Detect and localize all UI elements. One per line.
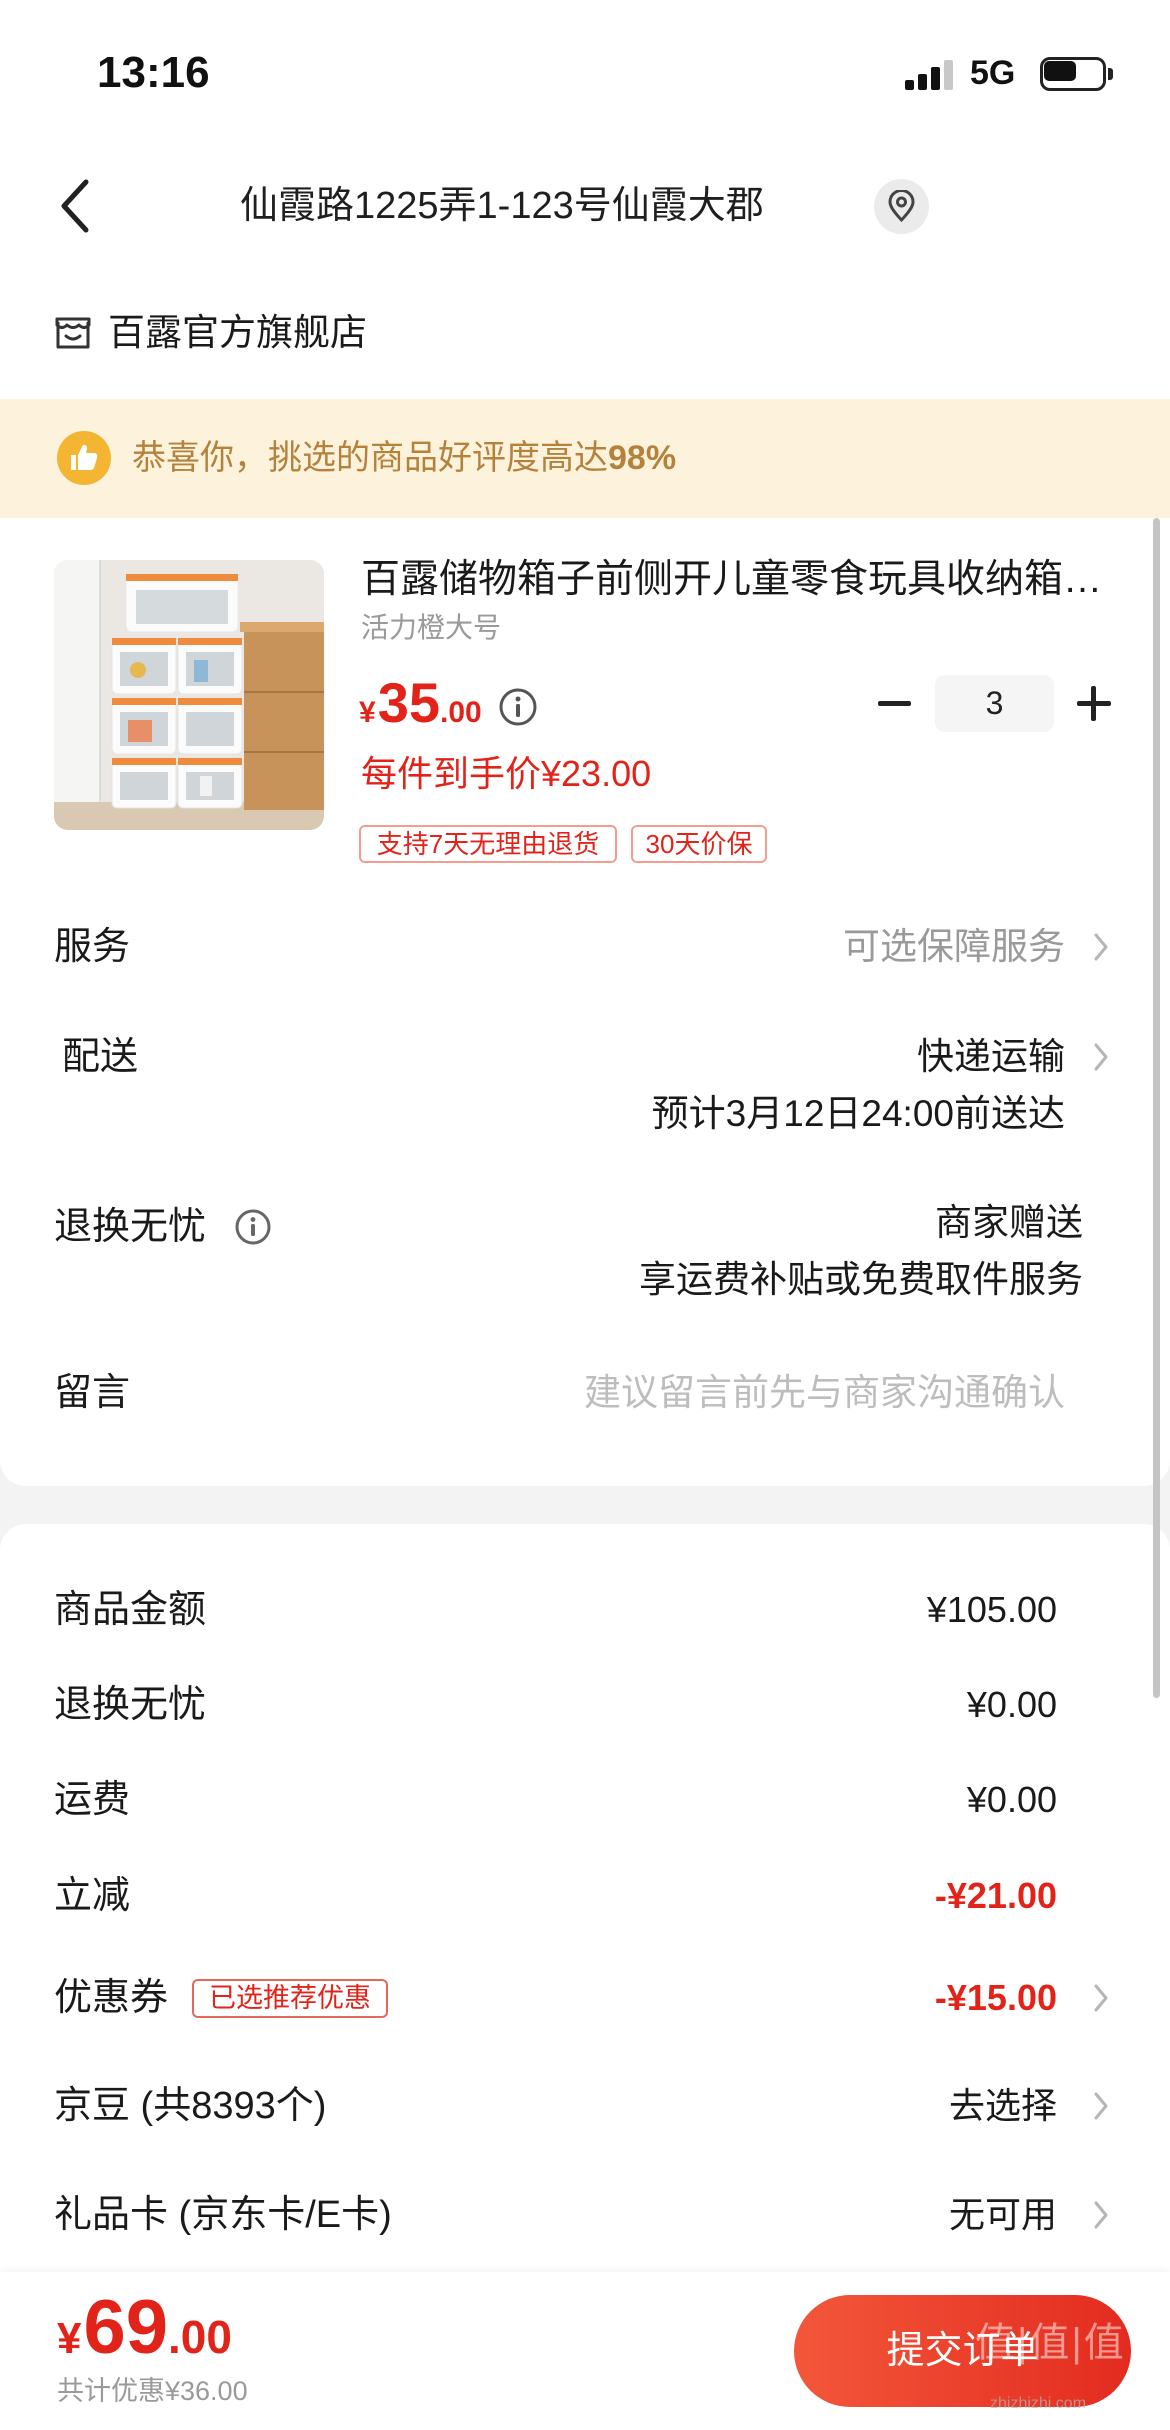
jd-beans-select[interactable]: 去选择	[949, 2081, 1057, 2131]
chevron-left-icon	[61, 179, 89, 233]
summary-value-returns: ¥0.00	[966, 1684, 1057, 1725]
summary-value-discount: -¥21.00	[934, 1875, 1057, 1916]
total-savings: 共计优惠¥36.00	[57, 2376, 248, 2406]
order-total: ¥69.00	[57, 2284, 232, 2374]
unit-price-label: 每件到手价¥23.00	[361, 753, 652, 794]
price-currency: ¥	[359, 696, 376, 729]
summary-label-coupon[interactable]: 优惠券	[54, 1973, 168, 2023]
quantity-decrease-button[interactable]	[872, 684, 918, 724]
chevron-right-icon[interactable]	[1093, 932, 1109, 962]
total-currency: ¥	[57, 2314, 82, 2363]
info-icon[interactable]	[234, 1208, 272, 1246]
returns-row-label: 退换无忧	[54, 1206, 207, 1248]
chevron-right-icon[interactable]	[1093, 2091, 1109, 2121]
watermark-site: zhizhizhi.com	[990, 2395, 1087, 2412]
thumbs-up-icon	[71, 444, 98, 470]
chevron-right-icon[interactable]	[1093, 2200, 1109, 2230]
return-policy-tag: 支持7天无理由退货	[359, 825, 617, 863]
service-row-value[interactable]: 可选保障服务	[843, 922, 1065, 972]
watermark-logo: 值|值|值	[975, 2321, 1126, 2365]
returns-detail: 享运费补贴或免费取件服务	[639, 1259, 1083, 1300]
summary-label-shipping: 运费	[54, 1779, 131, 1821]
battery-icon	[1040, 57, 1116, 91]
price-integer: 35	[377, 671, 440, 734]
summary-value-shipping: ¥0.00	[966, 1779, 1057, 1820]
price-protection-tag: 30天价保	[631, 825, 767, 863]
total-integer: 69	[83, 2285, 169, 2370]
summary-label-gift-card[interactable]: 礼品卡 (京东卡/E卡)	[54, 2190, 392, 2240]
store-name[interactable]: 百露官方旗舰店	[108, 308, 367, 358]
signal-icon	[905, 58, 955, 90]
scrollbar[interactable]	[1153, 518, 1160, 1698]
chevron-right-icon[interactable]	[1093, 1042, 1109, 1072]
status-time: 13:16	[97, 48, 210, 97]
product-image[interactable]	[54, 560, 324, 830]
quantity-input[interactable]	[935, 675, 1054, 732]
network-label: 5G	[970, 54, 1016, 92]
summary-value-coupon[interactable]: -¥15.00	[935, 1973, 1057, 2023]
summary-value-goods: ¥105.00	[926, 1589, 1057, 1630]
price-decimal: .00	[439, 696, 482, 729]
back-button[interactable]	[54, 176, 102, 236]
coupon-tag: 已选推荐优惠	[192, 1979, 388, 2018]
summary-label-discount: 立减	[54, 1875, 131, 1917]
location-pin-icon	[888, 190, 915, 223]
returns-value: 商家赠送	[935, 1202, 1083, 1243]
delivery-address[interactable]: 仙霞路1225弄1-123号仙霞大郡	[240, 181, 764, 231]
banner-rating: 98%	[608, 439, 677, 477]
location-button[interactable]	[874, 179, 929, 234]
product-variant: 活力橙大号	[361, 612, 502, 643]
gift-card-status[interactable]: 无可用	[949, 2190, 1057, 2240]
info-icon[interactable]	[498, 687, 538, 727]
summary-label-goods: 商品金额	[54, 1589, 207, 1631]
thumb-badge	[57, 431, 111, 485]
store-icon	[55, 317, 91, 349]
order-confirmation-page: 13:16 5G 仙霞路1225弄1-123号仙霞大郡 百露官方旗舰店 恭喜你，…	[0, 0, 1170, 2430]
summary-label-jd-beans[interactable]: 京豆 (共8393个)	[54, 2081, 326, 2131]
quantity-increase-button[interactable]	[1072, 683, 1116, 725]
banner-message: 恭喜你，挑选的商品好评度高达	[132, 439, 608, 477]
total-decimal: .00	[168, 2311, 232, 2363]
product-price: ¥35.00	[359, 670, 482, 744]
delivery-method[interactable]: 快递运输	[917, 1032, 1065, 1082]
message-label: 留言	[54, 1372, 131, 1414]
minus-icon	[878, 701, 911, 706]
chevron-right-icon[interactable]	[1093, 1983, 1109, 2013]
service-row-label[interactable]: 服务	[54, 922, 130, 972]
message-input[interactable]	[345, 1368, 1065, 1418]
delivery-eta: 预计3月12日24:00前送达	[651, 1093, 1065, 1134]
summary-label-returns: 退换无忧	[54, 1684, 207, 1726]
delivery-row-label[interactable]: 配送	[62, 1032, 138, 1082]
product-title[interactable]: 百露储物箱子前侧开儿童零食玩具收纳箱…	[361, 555, 1116, 605]
rating-banner-text: 恭喜你，挑选的商品好评度高达98%	[132, 434, 676, 482]
